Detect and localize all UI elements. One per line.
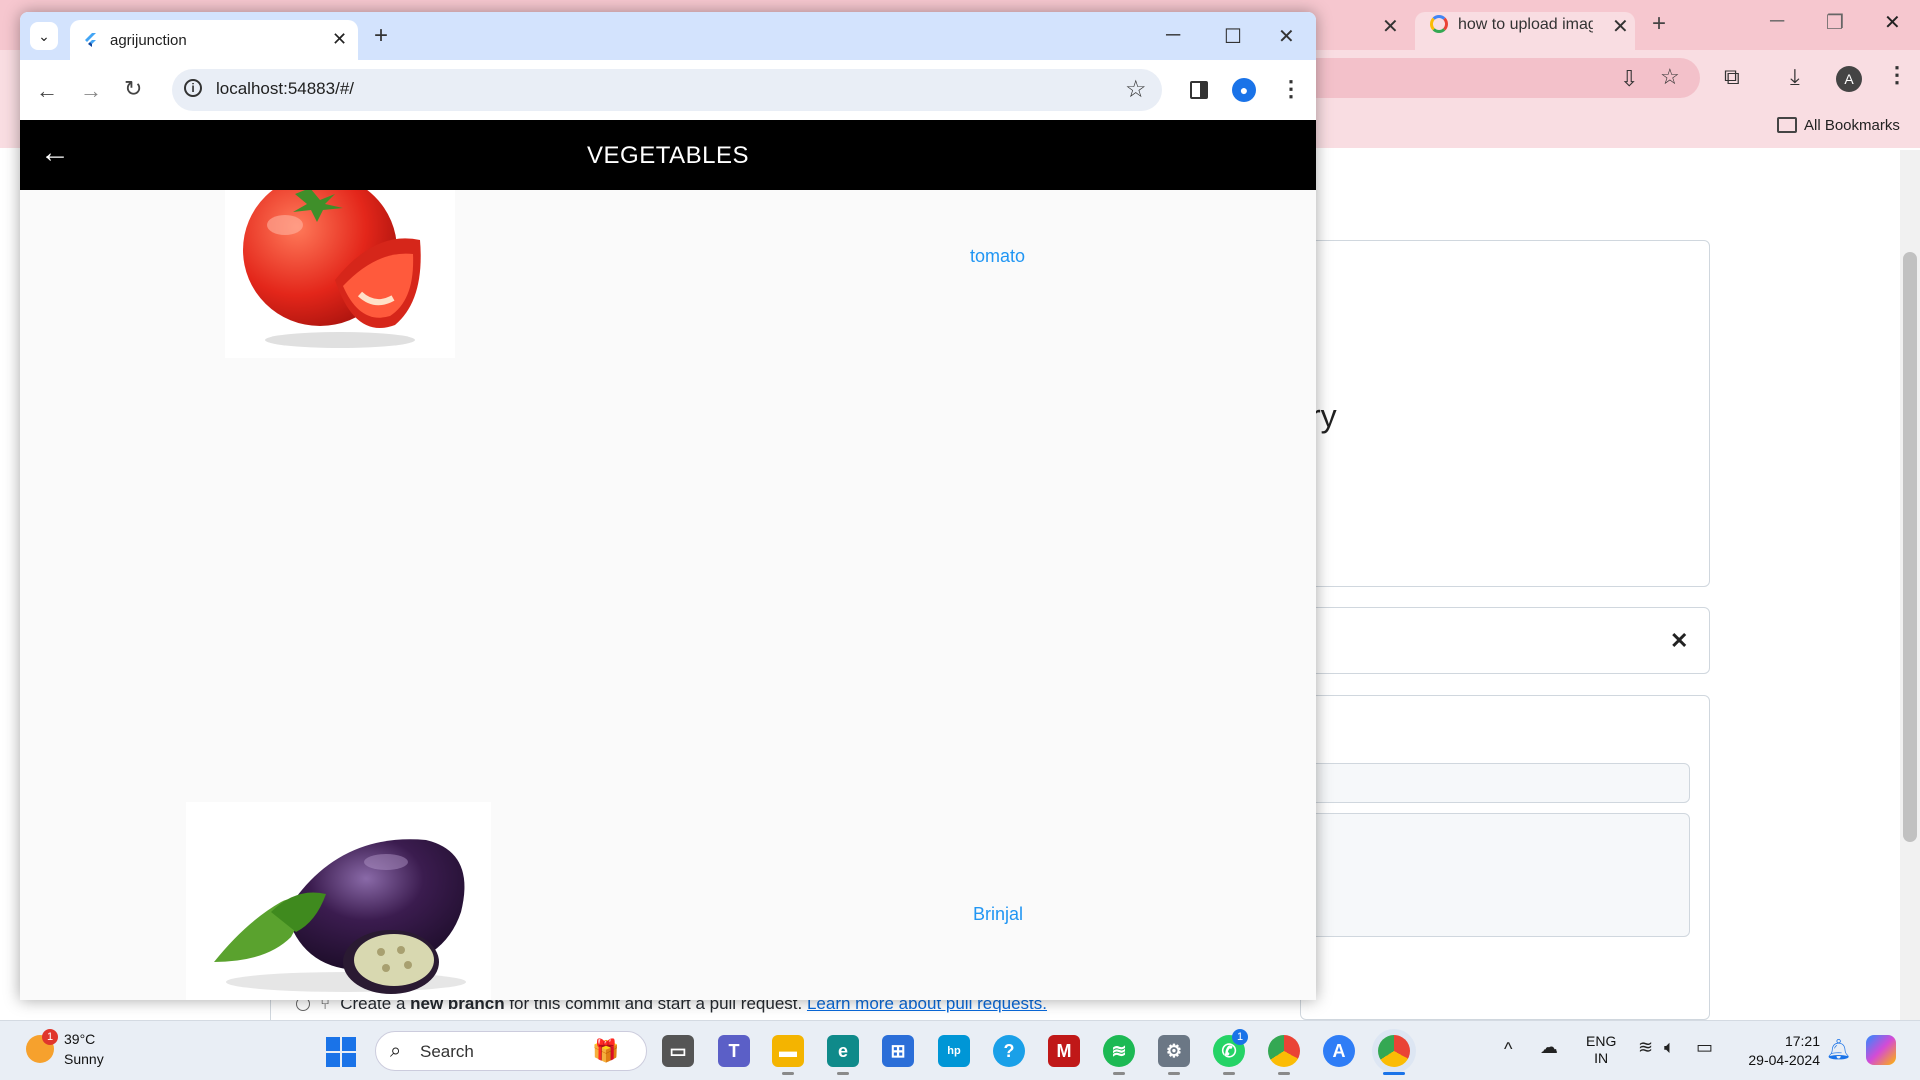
profile-icon[interactable]: ● xyxy=(1232,78,1256,102)
menu-icon[interactable]: ⋮ xyxy=(1280,76,1302,102)
app-tab[interactable]: agrijunction ✕ xyxy=(70,20,358,60)
new-tab-icon[interactable]: + xyxy=(1652,10,1666,38)
menu-icon[interactable]: ⋮ xyxy=(1886,62,1908,88)
chrome-active-icon[interactable] xyxy=(1378,1035,1410,1067)
reload-icon[interactable]: ↻ xyxy=(124,76,142,102)
battery-icon[interactable]: ▭ xyxy=(1696,1037,1713,1058)
edge-icon[interactable]: e xyxy=(827,1035,859,1067)
brinjal-image[interactable] xyxy=(186,802,491,1000)
myhp-icon[interactable]: hp xyxy=(938,1035,970,1067)
item-label-tomato[interactable]: tomato xyxy=(970,246,1025,267)
help-icon[interactable]: ? xyxy=(993,1035,1025,1067)
install-app-icon[interactable]: ⇩ xyxy=(1620,66,1638,92)
background-tab-close-icon[interactable]: ✕ xyxy=(1612,14,1629,39)
close-icon[interactable]: ✕ xyxy=(1670,628,1688,654)
app-tab-title: agrijunction xyxy=(110,32,187,49)
copilot-icon[interactable] xyxy=(1866,1035,1896,1065)
tab-search-icon[interactable]: ⌄ xyxy=(30,22,58,50)
chevron-up-icon[interactable]: ^ xyxy=(1504,1039,1512,1060)
onedrive-icon[interactable]: ☁ xyxy=(1540,1037,1558,1058)
running-indicator xyxy=(1278,1072,1290,1075)
app-launcher-icon[interactable]: A xyxy=(1323,1035,1355,1067)
side-panel-icon[interactable] xyxy=(1190,81,1208,99)
active-indicator xyxy=(1383,1072,1405,1075)
teams-icon[interactable]: T xyxy=(718,1035,750,1067)
weather-badge: 1 xyxy=(42,1029,58,1045)
extensions-icon[interactable]: ⧉ xyxy=(1724,64,1740,90)
minimize-icon[interactable]: ─ xyxy=(1166,24,1180,47)
taskbar: 1 39°C Sunny ⌕ Search 🎁 ▭ T ▬ e ⊞ hp ? M… xyxy=(0,1020,1920,1080)
clock-date: 29-04-2024 xyxy=(1748,1052,1820,1068)
wifi-icon[interactable]: ≋ xyxy=(1638,1037,1653,1058)
mcafee-icon[interactable]: M xyxy=(1048,1035,1080,1067)
folder-icon xyxy=(1777,117,1797,133)
url-text[interactable]: localhost:54883/#/ xyxy=(216,79,354,99)
notification-bell-icon[interactable]: 🔔︎ xyxy=(1826,1037,1851,1062)
file-explorer-icon[interactable]: ▬ xyxy=(772,1035,804,1067)
weather-condition[interactable]: Sunny xyxy=(64,1051,104,1067)
vegetable-list[interactable]: tomato Brinjal xyxy=(20,190,1316,1000)
language-line-1: ENG xyxy=(1586,1033,1617,1049)
bookmark-star-icon[interactable]: ☆ xyxy=(1125,75,1147,104)
minimize-icon[interactable]: ─ xyxy=(1770,10,1784,33)
avatar[interactable]: A xyxy=(1836,66,1862,92)
app-browser-window: ⌄ agrijunction ✕ + ─ ☐ ✕ ← → ↻ i localho… xyxy=(20,12,1316,1000)
settings-gear-icon[interactable]: ⚙ xyxy=(1158,1035,1190,1067)
brinjal-illustration xyxy=(214,839,466,994)
tomato-illustration xyxy=(243,190,421,348)
commit-summary-input[interactable] xyxy=(1300,763,1690,803)
task-view-icon[interactable]: ▭ xyxy=(662,1035,694,1067)
running-indicator xyxy=(1223,1072,1235,1075)
dismissable-banner xyxy=(1300,607,1710,674)
back-arrow-icon[interactable]: ← xyxy=(36,78,58,104)
clock[interactable]: 17:21 29-04-2024 xyxy=(1738,1032,1820,1070)
downloads-icon[interactable]: ⤓ xyxy=(1790,64,1800,90)
search-icon: ⌕ xyxy=(390,1040,402,1062)
taskbar-search[interactable]: ⌕ Search 🎁 xyxy=(375,1031,647,1071)
forward-arrow-icon[interactable]: → xyxy=(80,78,102,104)
page-title: VEGETABLES xyxy=(587,142,749,169)
windows-start-icon[interactable] xyxy=(326,1037,356,1067)
running-indicator xyxy=(782,1072,794,1075)
background-tab-title: how to upload imag xyxy=(1458,16,1593,33)
running-indicator xyxy=(1113,1072,1125,1075)
weather-temperature[interactable]: 39°C xyxy=(64,1031,95,1047)
google-icon xyxy=(1430,15,1448,33)
bookmark-star-icon[interactable]: ☆ xyxy=(1660,64,1680,90)
whatsapp-badge: 1 xyxy=(1232,1029,1248,1045)
store-icon[interactable]: ⊞ xyxy=(882,1035,914,1067)
language-indicator[interactable]: ENG IN xyxy=(1586,1033,1616,1067)
item-label-brinjal[interactable]: Brinjal xyxy=(973,904,1023,925)
flutter-icon xyxy=(85,33,96,47)
tomato-image[interactable] xyxy=(225,190,455,358)
all-bookmarks-button[interactable]: All Bookmarks xyxy=(1804,117,1900,134)
search-placeholder: Search xyxy=(420,1042,474,1061)
maximize-icon[interactable]: ☐ xyxy=(1224,24,1242,49)
volume-icon[interactable]: 🔈︎ xyxy=(1664,1037,1675,1058)
search-highlight-icon: 🎁 xyxy=(592,1038,620,1063)
close-window-icon[interactable]: ✕ xyxy=(1884,10,1901,35)
close-window-icon[interactable]: ✕ xyxy=(1278,24,1295,49)
spotify-icon[interactable]: ≋ xyxy=(1103,1035,1135,1067)
content-card xyxy=(1300,240,1710,587)
clock-time: 17:21 xyxy=(1784,1033,1820,1049)
app-bar: ← VEGETABLES xyxy=(20,120,1316,190)
site-info-icon[interactable]: i xyxy=(184,79,202,97)
tab-close-icon[interactable]: ✕ xyxy=(332,29,347,50)
running-indicator xyxy=(1168,1072,1180,1075)
background-tab-close-icon[interactable]: ✕ xyxy=(1382,14,1399,39)
restore-icon[interactable]: ❐ xyxy=(1826,10,1844,35)
new-tab-icon[interactable]: + xyxy=(374,22,388,50)
commit-description-textarea[interactable] xyxy=(1300,813,1690,937)
running-indicator xyxy=(837,1072,849,1075)
language-line-2: IN xyxy=(1594,1050,1609,1066)
scrollbar-thumb[interactable] xyxy=(1903,252,1917,842)
chrome-icon[interactable] xyxy=(1268,1035,1300,1067)
